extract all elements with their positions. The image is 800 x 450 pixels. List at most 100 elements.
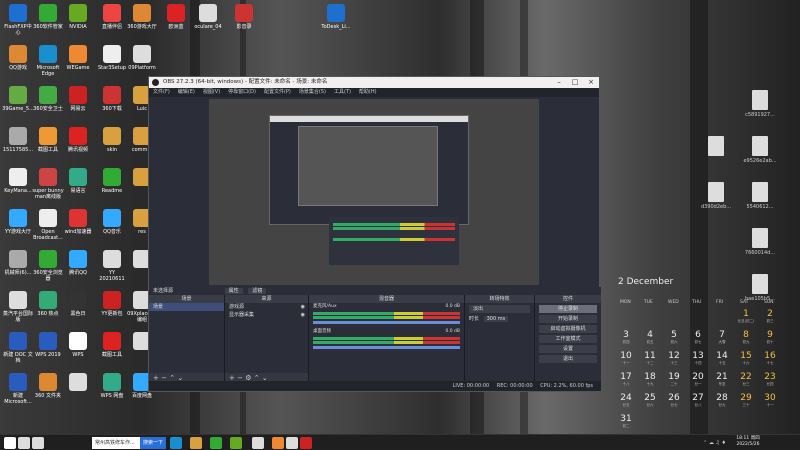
calendar-day[interactable]: 21 冬至 bbox=[712, 373, 732, 387]
virtual-camera-button[interactable]: 启动虚拟摄像机 bbox=[539, 325, 597, 333]
exit-button[interactable]: 退出 bbox=[539, 355, 597, 363]
desktop-icon[interactable]: YY游戏大厅 bbox=[2, 207, 34, 247]
desktop-icon[interactable]: WPS bbox=[62, 330, 94, 370]
calendar-day[interactable]: 13 十四 bbox=[688, 352, 708, 366]
taskbar-clock[interactable]: 18:11 周四 2022/5/26 bbox=[728, 436, 768, 448]
desktop-icon[interactable]: Star3Setup bbox=[96, 43, 128, 83]
properties-button[interactable]: 属性 bbox=[224, 288, 243, 294]
desktop-icon[interactable]: 360游戏大厅 bbox=[126, 2, 158, 42]
desktop-icon[interactable]: FlashFXP中心 bbox=[2, 2, 34, 42]
system-tray[interactable]: ⌃ ☁ ♫ ♦ bbox=[650, 438, 726, 448]
menu-item[interactable]: 停靠窗口(D) bbox=[228, 89, 256, 95]
obs-titlebar[interactable]: OBS 27.2.3 (64-bit, windows) - 配置文件: 未命名… bbox=[149, 77, 599, 88]
file-icon[interactable]: e9526e2ab... bbox=[740, 134, 780, 174]
volume-slider[interactable] bbox=[313, 346, 460, 349]
source-item[interactable]: 游戏源 ◉ bbox=[225, 303, 308, 311]
desktop-icon[interactable]: 网易云 bbox=[62, 84, 94, 124]
calendar-day[interactable]: 29 三十 bbox=[736, 394, 756, 408]
desktop-icon[interactable]: NVIDIA bbox=[62, 2, 94, 42]
minimize-button[interactable]: – bbox=[551, 77, 567, 88]
desktop-icon[interactable]: 39Game_5... bbox=[2, 84, 34, 124]
file-icon[interactable]: c5891927... bbox=[740, 88, 780, 128]
desktop-icon[interactable]: 截图工具 bbox=[32, 125, 64, 165]
calendar-day[interactable]: 22 廿三 bbox=[736, 373, 756, 387]
nvidia-taskbar-icon[interactable] bbox=[230, 437, 242, 449]
desktop-icon[interactable]: 360下载 bbox=[96, 84, 128, 124]
calendar-day[interactable]: 9 初十 bbox=[760, 331, 780, 345]
calendar-day[interactable]: 4 初五 bbox=[640, 331, 660, 345]
desktop-icon[interactable]: YY 20210611 bbox=[96, 248, 128, 288]
calendar-day[interactable]: 26 廿七 bbox=[664, 394, 684, 408]
file-icon[interactable]: 5540612... bbox=[740, 180, 780, 220]
calendar-day[interactable]: 11 十二 bbox=[640, 352, 660, 366]
calendar-day[interactable]: 3 初四 bbox=[616, 331, 636, 345]
desktop-icon[interactable]: 360软件管家 bbox=[32, 2, 64, 42]
calendar-day[interactable]: 24 廿五 bbox=[616, 394, 636, 408]
desktop-icon[interactable]: 欧洲蓝 bbox=[160, 2, 192, 42]
desktop-icon[interactable]: wind加速器 bbox=[62, 207, 94, 247]
desktop-icon[interactable]: 易语言 bbox=[62, 166, 94, 206]
search-icon[interactable] bbox=[18, 437, 30, 449]
task-view-icon[interactable] bbox=[32, 437, 44, 449]
desktop-icon[interactable]: 黑色日 bbox=[62, 289, 94, 329]
desktop-icon[interactable]: 影音录 bbox=[228, 2, 260, 42]
calendar-day[interactable]: 5 初六 bbox=[664, 331, 684, 345]
calendar-day[interactable]: 31 初二 bbox=[616, 415, 636, 429]
desktop-icon[interactable]: 360安全浏览器 bbox=[32, 248, 64, 288]
calendar-day[interactable]: 28 廿九 bbox=[712, 394, 732, 408]
eye-icon[interactable]: ◉ bbox=[301, 303, 305, 311]
menu-item[interactable]: 视图(V) bbox=[203, 89, 220, 95]
calendar-day[interactable]: 8 初九 bbox=[736, 331, 756, 345]
start-recording-button[interactable]: 开始录制 bbox=[539, 315, 597, 323]
calendar-day[interactable]: 20 廿一 bbox=[688, 373, 708, 387]
calendar-day[interactable]: 25 廿六 bbox=[640, 394, 660, 408]
file-icon[interactable] bbox=[696, 134, 736, 174]
desktop-icon[interactable]: 360 文件夹 bbox=[32, 371, 64, 411]
desktop-icon[interactable]: super bunny man离线版 bbox=[32, 166, 64, 206]
desktop-icon[interactable]: skin bbox=[96, 125, 128, 165]
volume-slider[interactable] bbox=[313, 321, 460, 324]
desktop-icon[interactable] bbox=[62, 371, 94, 411]
file-icon[interactable]: 7660014d... bbox=[740, 226, 780, 266]
calendar-day[interactable]: 12 十三 bbox=[664, 352, 684, 366]
taskbar-search-button[interactable]: 搜索一下 bbox=[140, 437, 166, 449]
desktop-icon[interactable]: QQ音乐 bbox=[96, 207, 128, 247]
desktop-icon[interactable]: WPS 2019 bbox=[32, 330, 64, 370]
desktop-icon[interactable]: 机械师(6)... bbox=[2, 248, 34, 288]
obs-window[interactable]: OBS 27.2.3 (64-bit, windows) - 配置文件: 未命名… bbox=[148, 76, 601, 392]
calendar-day[interactable]: 23 廿四 bbox=[760, 373, 780, 387]
stop-recording-button[interactable]: 停止录制 bbox=[539, 305, 597, 313]
wechat-taskbar-icon[interactable] bbox=[210, 437, 222, 449]
cursor-taskbar-icon[interactable] bbox=[286, 437, 298, 449]
desktop-icon[interactable]: 新建 DOC 文档 bbox=[2, 330, 34, 370]
calendar-day[interactable]: 7 大雪 bbox=[712, 331, 732, 345]
calendar-day[interactable]: 19 二十 bbox=[664, 373, 684, 387]
menu-item[interactable]: 编辑(E) bbox=[178, 89, 195, 95]
duration-input[interactable]: 300 ms bbox=[483, 316, 509, 322]
settings-button[interactable]: 设置 bbox=[539, 345, 597, 353]
notification-icon[interactable] bbox=[788, 437, 796, 449]
desktop-icon[interactable]: 腾讯视频 bbox=[62, 125, 94, 165]
desktop-icon[interactable]: Microsoft Edge bbox=[32, 43, 64, 83]
desktop-icon[interactable]: KeyMana... bbox=[2, 166, 34, 206]
filters-button[interactable]: 滤镜 bbox=[248, 288, 267, 294]
desktop-icon[interactable]: Open Broadcast... bbox=[32, 207, 64, 247]
calendar-day[interactable]: 1 元旦(初二) bbox=[736, 310, 756, 324]
desktop-icon[interactable]: 360安全卫士 bbox=[32, 84, 64, 124]
calendar-day[interactable]: 6 初七 bbox=[688, 331, 708, 345]
store-taskbar-icon[interactable] bbox=[272, 437, 284, 449]
scene-item[interactable]: 场景 bbox=[149, 303, 224, 311]
calendar-day[interactable]: 14 十五 bbox=[712, 352, 732, 366]
file-icon[interactable]: d390d2eb... bbox=[696, 180, 736, 220]
desktop-icon[interactable]: 腾讯QQ bbox=[62, 248, 94, 288]
eye-icon[interactable]: ◉ bbox=[301, 311, 305, 319]
desktop-icon[interactable]: WEGame bbox=[62, 43, 94, 83]
close-button[interactable]: × bbox=[583, 77, 599, 88]
calendar-day[interactable]: 15 十六 bbox=[736, 352, 756, 366]
calendar-day[interactable]: 10 十一 bbox=[616, 352, 636, 366]
menu-item[interactable]: 配置文件(P) bbox=[264, 89, 291, 95]
menu-item[interactable]: 文件(F) bbox=[153, 89, 170, 95]
folder-taskbar-icon[interactable] bbox=[190, 437, 202, 449]
edge-taskbar-icon[interactable] bbox=[170, 437, 182, 449]
desktop-icon[interactable]: Readme bbox=[96, 166, 128, 206]
